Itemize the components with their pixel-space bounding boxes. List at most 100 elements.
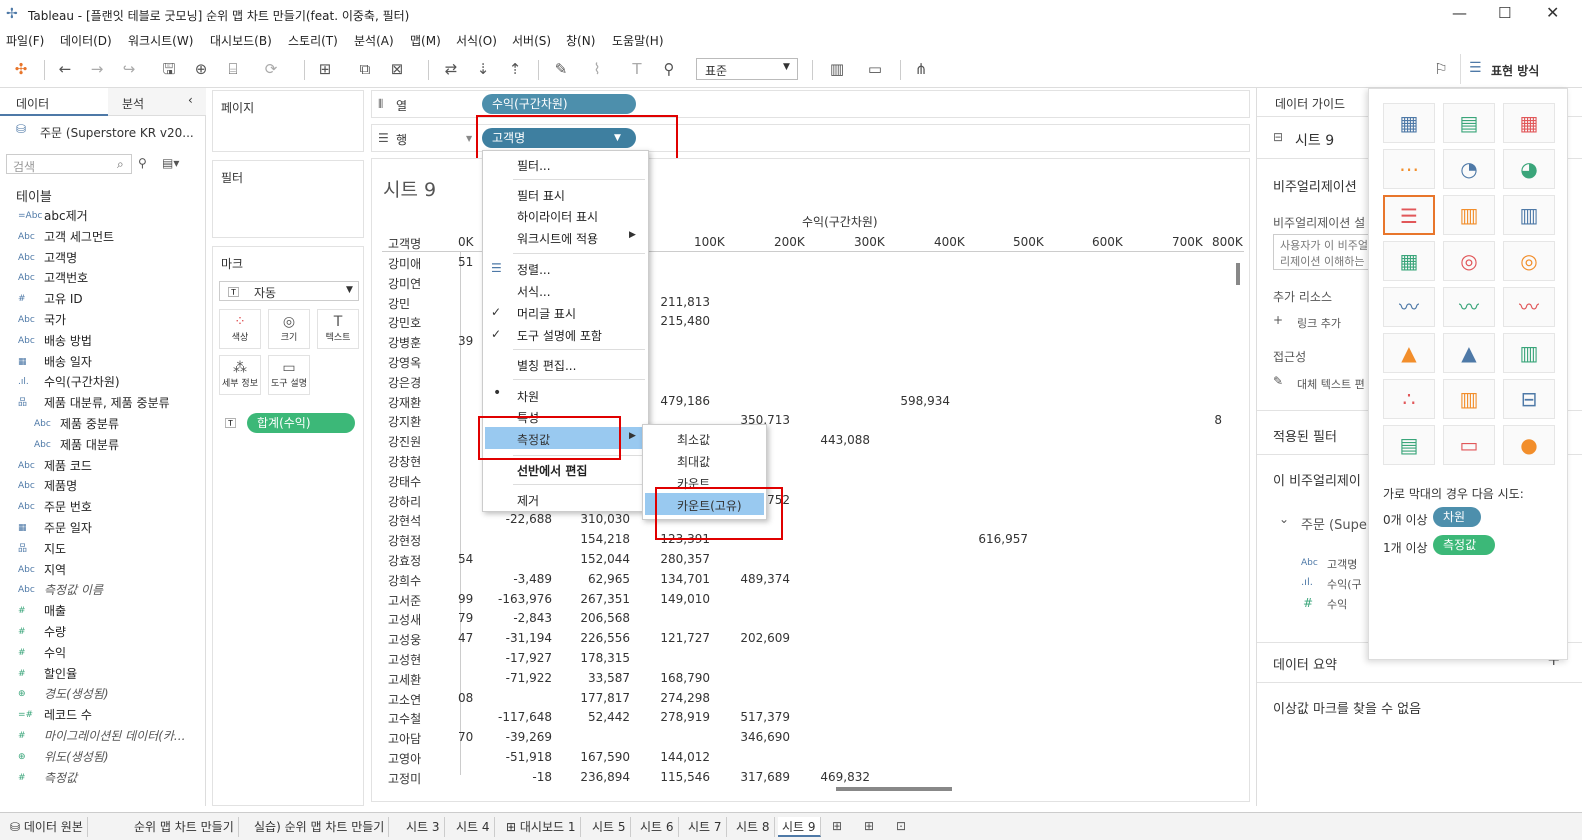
- chart-type-icon[interactable]: ▥: [1443, 379, 1495, 419]
- replay-icon[interactable]: ↪: [120, 60, 138, 78]
- menu-item-dimension[interactable]: 차원: [517, 388, 539, 405]
- field-item[interactable]: Abc 측정값 이름: [0, 580, 200, 600]
- new-story-icon[interactable]: ⊡: [896, 819, 906, 833]
- add-link-button[interactable]: 링크 추가: [1297, 315, 1341, 331]
- undo-icon[interactable]: ←: [56, 60, 74, 78]
- row-label[interactable]: 고영아: [388, 750, 421, 767]
- sort-asc-icon[interactable]: ⇣: [474, 60, 492, 78]
- row-label[interactable]: 강태수: [388, 473, 421, 490]
- row-label[interactable]: 강희수: [388, 572, 421, 589]
- color-button[interactable]: ⁘ 색상: [219, 309, 261, 349]
- datasource-name[interactable]: 주문 (Superstore KR v20...: [40, 124, 194, 141]
- row-label[interactable]: 고성현: [388, 651, 421, 668]
- vertical-scrollbar[interactable]: [1236, 263, 1240, 285]
- menu-item-show-filter[interactable]: 필터 표시: [517, 187, 565, 204]
- menu-window[interactable]: 창(N): [566, 32, 595, 49]
- duplicate-icon[interactable]: ⧉: [356, 60, 374, 78]
- menu-story[interactable]: 스토리(T): [288, 32, 338, 49]
- menu-item-sort[interactable]: 정렬...: [517, 261, 551, 278]
- chart-type-icon[interactable]: ▥: [1503, 195, 1555, 235]
- close-icon[interactable]: ✕: [1546, 3, 1559, 22]
- refresh-icon[interactable]: ⟳: [262, 60, 280, 78]
- tab-sheet[interactable]: 시트 7: [684, 817, 727, 837]
- labels-icon[interactable]: T: [628, 60, 646, 78]
- menu-item-apply-to-worksheets[interactable]: 워크시트에 적용: [517, 230, 598, 247]
- row-label[interactable]: 강미연: [388, 275, 421, 292]
- filter-icon[interactable]: ⚲: [138, 156, 147, 170]
- row-label[interactable]: 강하리: [388, 493, 421, 510]
- sort-desc-icon[interactable]: ⇡: [506, 60, 524, 78]
- horizontal-scrollbar[interactable]: [836, 787, 952, 791]
- row-label[interactable]: 고정미: [388, 770, 421, 785]
- mark-type-select[interactable]: 🅃 자동 ▼: [219, 281, 359, 301]
- chart-type-icon[interactable]: ▤: [1443, 103, 1495, 143]
- field-item[interactable]: Abc 고객번호: [0, 268, 200, 288]
- chart-type-icon[interactable]: ◎: [1503, 241, 1555, 281]
- menu-file[interactable]: 파일(F): [6, 32, 44, 49]
- field-item[interactable]: =Abc abc제거: [0, 206, 200, 226]
- field-item[interactable]: 品 지도: [0, 539, 200, 559]
- menu-item-edit-aliases[interactable]: 별칭 편집...: [517, 357, 576, 374]
- tab-sheet[interactable]: 시트 8: [732, 817, 775, 837]
- pin-panel-icon[interactable]: ⚐: [1432, 60, 1450, 78]
- tab-sheet[interactable]: 시트 4: [452, 817, 495, 837]
- field-item[interactable]: # 매출: [0, 601, 200, 621]
- row-label[interactable]: 고성웅: [388, 631, 421, 648]
- new-worksheet-icon[interactable]: ⊞: [832, 819, 842, 833]
- chart-type-icon[interactable]: 〰: [1503, 287, 1555, 327]
- field-item[interactable]: # 수량: [0, 622, 200, 642]
- alt-text-button[interactable]: 대체 텍스트 편: [1297, 376, 1365, 392]
- new-dashboard-icon[interactable]: ⊞: [864, 819, 874, 833]
- pause-update-icon[interactable]: ⌸: [224, 60, 242, 78]
- chart-type-icon[interactable]: ▲: [1383, 333, 1435, 373]
- field-item[interactable]: # 수익: [0, 643, 200, 663]
- clear-sheet-icon[interactable]: ⊠: [388, 60, 406, 78]
- size-button[interactable]: ◎ 크기: [268, 309, 310, 349]
- tab-dashboard[interactable]: ⊞ 대시보드 1: [502, 817, 581, 837]
- row-label[interactable]: 강민호: [388, 314, 421, 331]
- menu-worksheet[interactable]: 워크시트(W): [128, 32, 193, 49]
- save-icon[interactable]: 🖫: [160, 60, 178, 78]
- field-item[interactable]: 品 제품 대분류, 제품 중분류: [0, 393, 200, 413]
- chart-type-icon[interactable]: ◕: [1503, 149, 1555, 189]
- field-item[interactable]: ⊕ 경도(생성됨): [0, 684, 200, 704]
- row-label[interactable]: 고서준: [388, 592, 421, 609]
- tab-sheet-active[interactable]: 시트 9: [778, 817, 821, 837]
- chart-type-icon[interactable]: ◔: [1443, 149, 1495, 189]
- group-icon[interactable]: ⌇: [588, 60, 606, 78]
- row-label[interactable]: 강지환: [388, 413, 421, 430]
- highlight-icon[interactable]: ✎: [552, 60, 570, 78]
- menu-analysis[interactable]: 분석(A): [354, 32, 394, 49]
- field-item[interactable]: ▦ 주문 일자: [0, 518, 200, 538]
- field-item[interactable]: Abc 제품 대분류: [0, 435, 200, 455]
- columns-shelf[interactable]: ⦀ 열 수익(구간차원): [371, 90, 1250, 118]
- field-item[interactable]: Abc 지역: [0, 560, 200, 580]
- filters-card[interactable]: 필터: [212, 160, 364, 238]
- row-label[interactable]: 고수철: [388, 710, 421, 727]
- menu-map[interactable]: 맵(M): [410, 32, 441, 49]
- chart-type-icon[interactable]: ☰: [1383, 195, 1435, 235]
- field-item[interactable]: Abc 제품명: [0, 476, 200, 496]
- row-label[interactable]: 강진원: [388, 433, 421, 450]
- menu-server[interactable]: 서버(S): [512, 32, 551, 49]
- search-input[interactable]: 검색 ⌕: [6, 154, 132, 174]
- menu-help[interactable]: 도움말(H): [612, 32, 664, 49]
- tab-sheet[interactable]: 시트 5: [588, 817, 631, 837]
- row-label[interactable]: 강민: [388, 295, 410, 312]
- menu-data[interactable]: 데이터(D): [60, 32, 112, 49]
- marks-pill[interactable]: 합계(수익): [247, 413, 355, 433]
- field-item[interactable]: Abc 국가: [0, 310, 200, 330]
- field-item[interactable]: Abc 제품 코드: [0, 456, 200, 476]
- menu-item-edit-in-shelf[interactable]: 선반에서 편집: [517, 462, 587, 479]
- field-item[interactable]: # 할인율: [0, 664, 200, 684]
- chart-type-icon[interactable]: ⋯: [1383, 149, 1435, 189]
- tableau-home-icon[interactable]: ✣: [12, 60, 30, 78]
- chart-type-icon[interactable]: ∴: [1383, 379, 1435, 419]
- new-worksheet-icon[interactable]: ⊞: [316, 60, 334, 78]
- tab-sheet[interactable]: 순위 맵 차트 만들기: [130, 817, 239, 837]
- field-item[interactable]: # 마이그레이션된 데이터(카...: [0, 726, 200, 746]
- row-label[interactable]: 고성새: [388, 611, 421, 628]
- chart-type-icon[interactable]: ●: [1503, 425, 1555, 465]
- field-item[interactable]: Abc 고객 세그먼트: [0, 227, 200, 247]
- menu-format[interactable]: 서식(O): [456, 32, 497, 49]
